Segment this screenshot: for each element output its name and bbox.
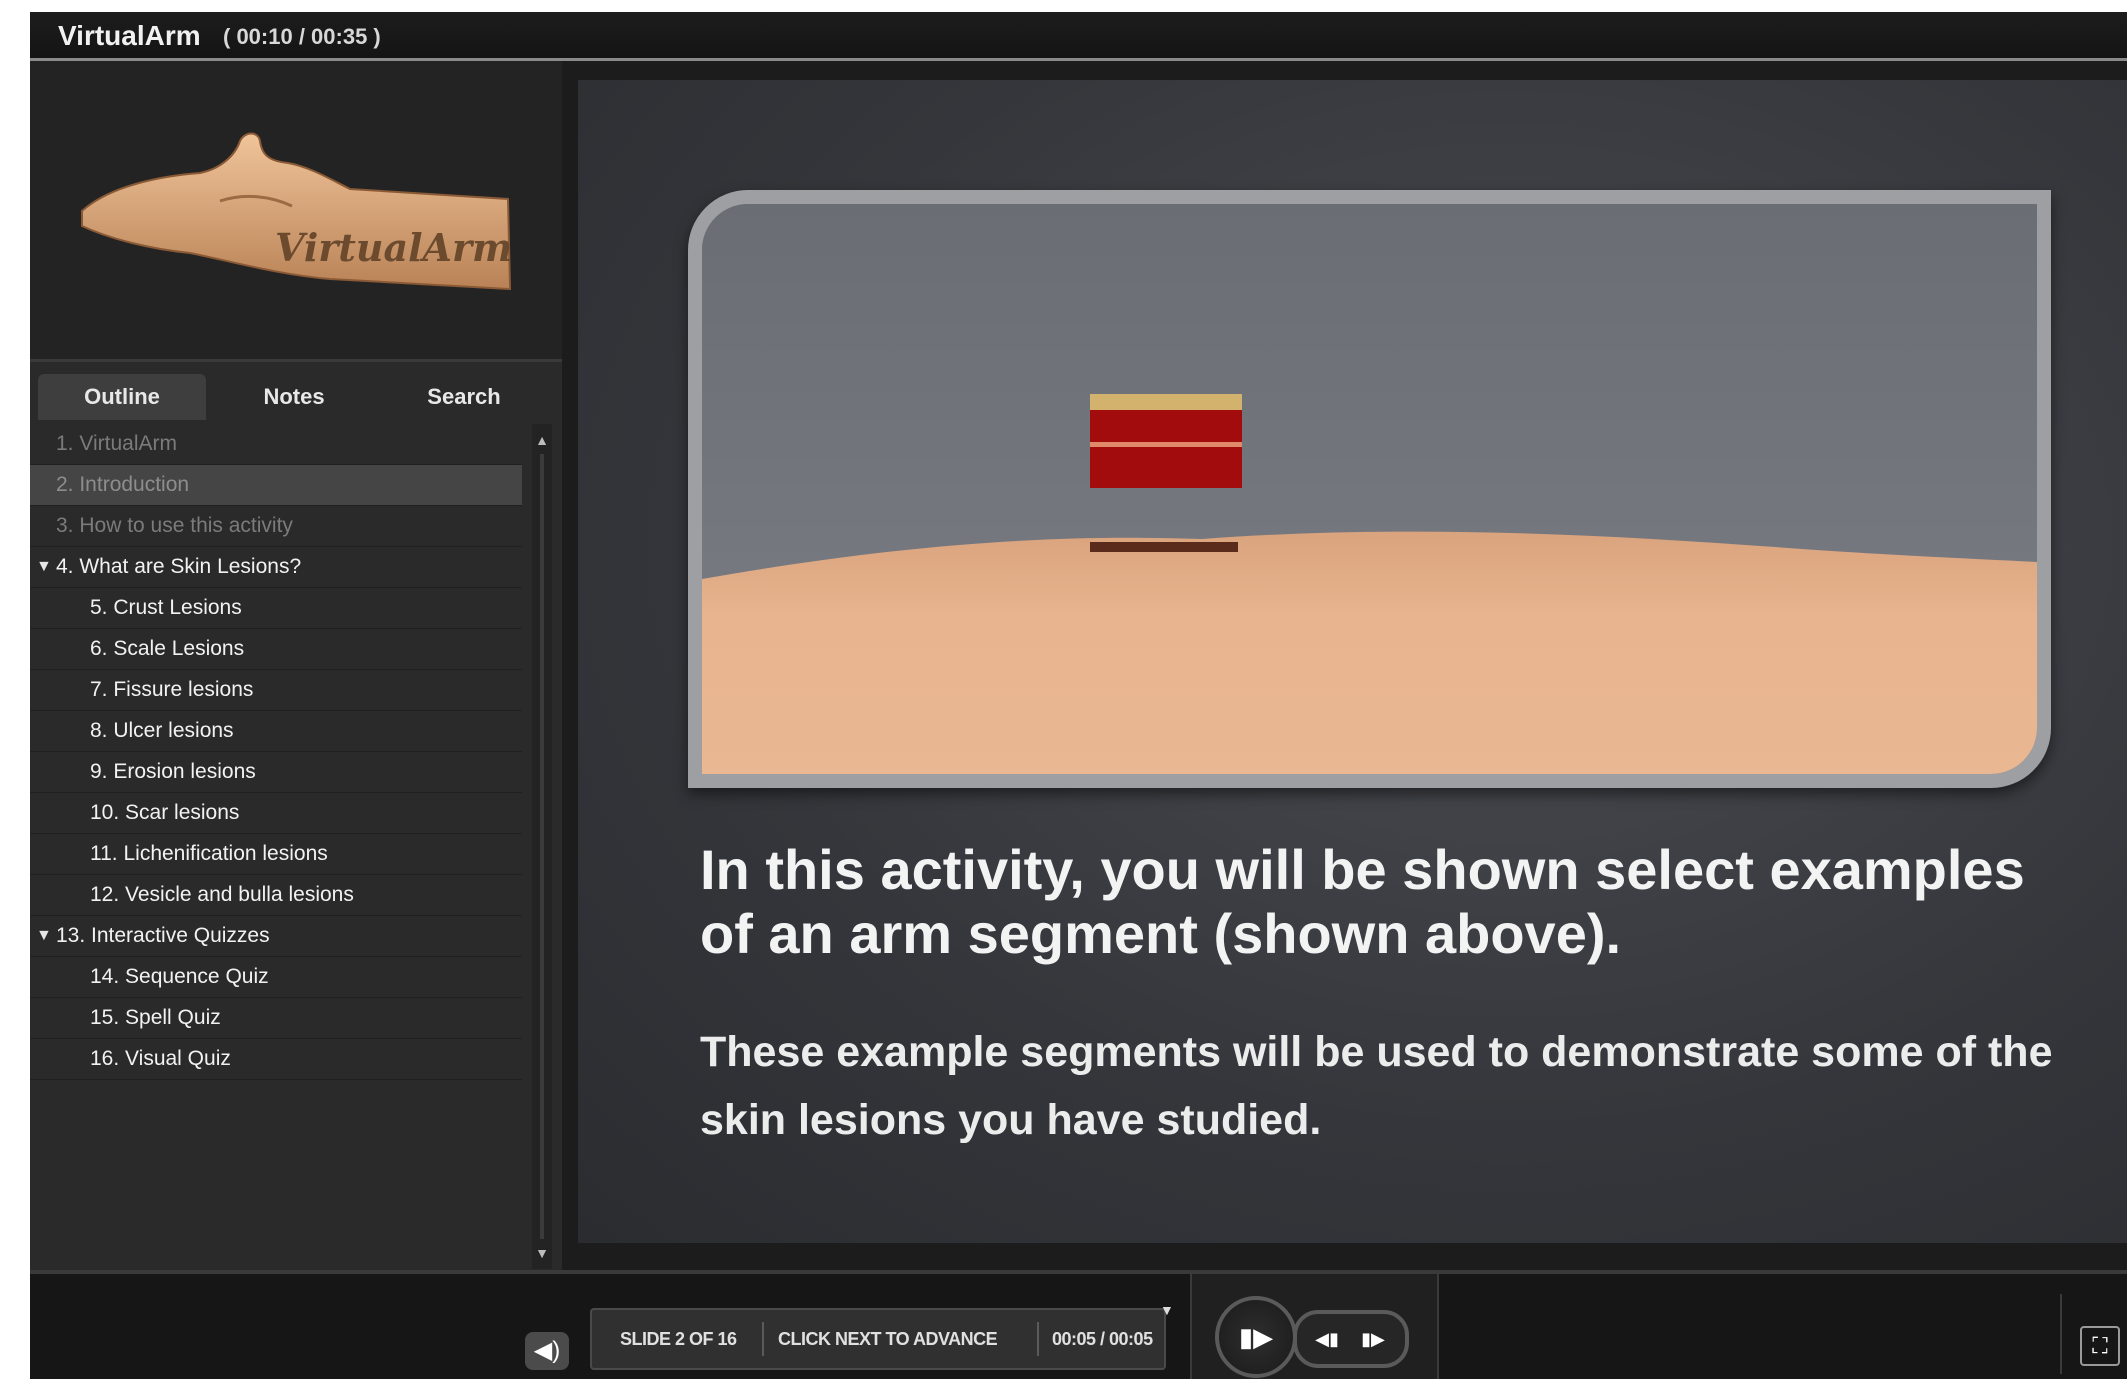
outline-item-label: 15. Spell Quiz [90,1006,221,1029]
outline-item[interactable]: 3. How to use this activity [30,506,522,547]
outline-item-label: 13. Interactive Quizzes [56,924,270,947]
outline-item-label: 16. Visual Quiz [90,1047,231,1070]
outline-item-label: 1. VirtualArm [56,432,177,455]
virtualarm-logo: VirtualArm [81,132,512,291]
app-title: VirtualArm [58,20,201,51]
outline-item-label: 12. Vesicle and bulla lesions [90,883,354,906]
outline-item-label: 5. Crust Lesions [90,596,242,619]
tab-search[interactable]: Search [380,374,548,420]
outline-item[interactable]: ▼ 4. What are Skin Lesions? [30,547,522,588]
outline-item-label: 10. Scar lesions [90,801,240,824]
outline-item[interactable]: 1. VirtualArm [30,424,522,465]
volume-icon[interactable]: ◀) [525,1332,569,1370]
player-controls: ◀) SLIDE 2 OF 16 CLICK NEXT TO ADVANCE 0… [30,1270,2127,1379]
triangle-down-icon[interactable]: ▼ [1160,1302,1174,1318]
title-bar: VirtualArm ( 00:10 / 00:35 ) [30,12,2127,61]
outline-item-label: 2. Introduction [56,473,190,496]
scroll-down-icon[interactable]: ▼ [532,1243,552,1263]
outline-item[interactable]: 6. Scale Lesions [30,629,522,670]
slide-stage: In this activity, you will be shown sele… [578,80,2127,1243]
outline-item[interactable]: 9. Erosion lesions [30,752,522,793]
slide-counter: SLIDE 2 OF 16 [620,1329,737,1349]
player-window: VirtualArm ( 00:10 / 00:35 ) VirtualArm … [30,12,2127,1379]
outline-item[interactable]: 10. Scar lesions [30,793,522,834]
previous-icon[interactable]: ◀▮ [1305,1314,1349,1364]
outline-item[interactable]: 5. Crust Lesions [30,588,522,629]
outline-item-label: 4. What are Skin Lesions? [56,555,302,578]
outline-item[interactable]: 8. Ulcer lesions [30,711,522,752]
outline-item-label: 14. Sequence Quiz [90,965,269,988]
scroll-up-icon[interactable]: ▲ [532,430,552,450]
slide-info-panel: SLIDE 2 OF 16 CLICK NEXT TO ADVANCE 00:0… [590,1308,1166,1370]
next-icon[interactable]: ▮▶ [1351,1314,1395,1364]
triangle-down-icon[interactable]: ▼ [36,916,52,956]
divider [2060,1294,2062,1374]
outline-item[interactable]: 14. Sequence Quiz [30,957,522,998]
outline-item-label: 3. How to use this activity [56,514,293,537]
outline-item-label: 9. Erosion lesions [90,760,256,783]
arm-segment-image [688,190,2051,788]
outline-item[interactable]: 16. Visual Quiz [30,1039,522,1080]
sidebar: VirtualArm Outline Notes Search 1. Virtu… [30,61,562,1271]
outline-item-label: 11. Lichenification lesions [90,842,328,865]
outline-item[interactable]: 12. Vesicle and bulla lesions [30,875,522,916]
info-divider [762,1322,764,1356]
outline-item-label: 6. Scale Lesions [90,637,245,660]
advance-hint: CLICK NEXT TO ADVANCE [778,1329,998,1349]
info-divider [1037,1322,1039,1356]
slide-time: 00:05 / 00:05 [1052,1329,1153,1349]
outline-item[interactable]: 11. Lichenification lesions [30,834,522,875]
outline-list: 1. VirtualArm 2. Introduction 3. How to us… [30,424,522,1269]
outline-scrollbar[interactable]: ▲ ▼ [532,424,552,1269]
play-pause-icon[interactable]: ▮▶ [1215,1296,1297,1378]
logo-text: VirtualArm [275,225,512,270]
outline-item[interactable]: ▼ 13. Interactive Quizzes [30,916,522,957]
outline-item[interactable]: 7. Fissure lesions [30,670,522,711]
slide-heading: In this activity, you will be shown sele… [700,838,2025,965]
sidebar-tabs: Outline Notes Search [30,374,562,420]
scroll-track[interactable] [540,454,544,1239]
fullscreen-icon[interactable]: ⛶ [2080,1326,2120,1366]
elapsed-time: ( 00:10 / 00:35 ) [223,24,381,49]
outline-item-label: 8. Ulcer lesions [90,719,234,742]
arm-segment-render [702,204,2037,774]
slide-body: These example segments will be used to d… [700,1028,2053,1144]
outline-item[interactable]: 2. Introduction [30,465,522,506]
tab-outline[interactable]: Outline [38,374,206,420]
triangle-down-icon[interactable]: ▼ [36,547,52,587]
tab-notes[interactable]: Notes [210,374,378,420]
slide-nav: ◀▮ ▮▶ [1293,1310,1409,1368]
logo-area: VirtualArm [30,61,562,362]
outline-item[interactable]: 15. Spell Quiz [30,998,522,1039]
outline-item-label: 7. Fissure lesions [90,678,254,701]
